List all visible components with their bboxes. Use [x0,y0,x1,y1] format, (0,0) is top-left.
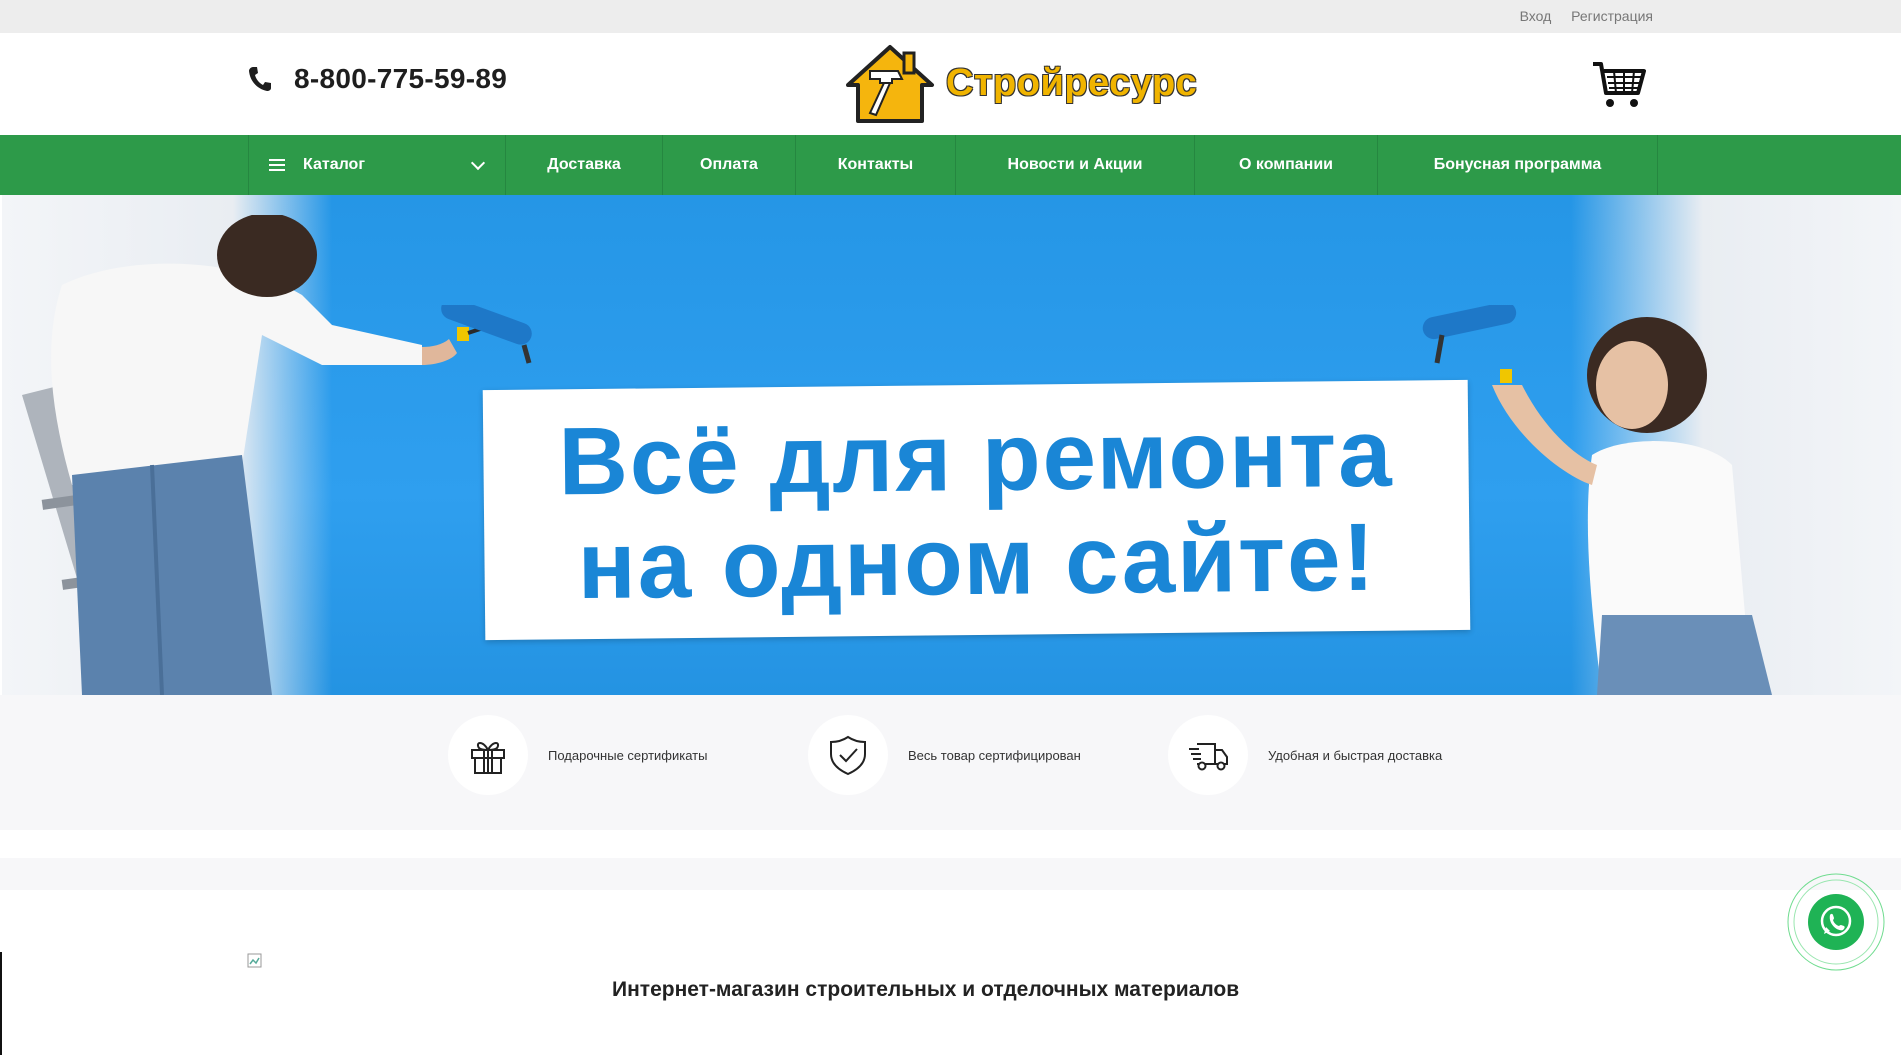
catalog-label: Каталог [303,156,365,173]
spacer-white [0,830,1901,858]
page-title: Интернет-магазин строительных и отделочн… [612,978,1240,1001]
banner-headline-line-1: Всё для ремонта [557,399,1394,516]
feature-label: Весь товар сертифицирован [908,747,1081,763]
features-strip: Подарочные сертификаты Весь товар сертиф… [0,695,1901,830]
woman-painter-image [1492,317,1772,695]
shield-check-icon [830,735,866,776]
feature-icon-circle [808,715,888,795]
chevron-down-icon [470,155,486,171]
phone-icon [249,67,271,91]
paint-roller-left-icon [441,305,532,364]
whatsapp-chat-button[interactable] [1786,872,1886,972]
man-painter-image [22,215,482,695]
nav-item-news[interactable]: Новости и Акции [956,135,1195,195]
logo[interactable]: Стройресурс [840,41,1197,125]
nav-item-contacts[interactable]: Контакты [796,135,956,195]
auth-links: Вход Регистрация [1504,8,1653,24]
header: 8-800-775-59-89 Стройресурс [0,33,1901,135]
feature-gift-certificates: Подарочные сертификаты [448,715,707,795]
left-edge-line [0,952,2,1055]
feature-label: Удобная и быстрая доставка [1268,747,1443,763]
gift-icon [471,742,505,774]
catalog-menu-button[interactable]: Каталог [249,135,506,195]
login-link[interactable]: Вход [1520,8,1552,24]
nav-item-delivery[interactable]: Доставка [506,135,663,195]
register-link[interactable]: Регистрация [1571,8,1653,24]
banner-sign: Всё для ремонта на одном сайте! [482,379,1471,641]
broken-image-icon [247,953,262,968]
nav-item-bonus[interactable]: Бонусная программа [1378,135,1658,195]
feature-label: Подарочные сертификаты [548,747,708,763]
delivery-truck-icon [1189,743,1228,771]
cart-button[interactable] [1592,61,1646,114]
banner-headline-line-2: на одном сайте! [577,503,1377,620]
hamburger-icon [269,156,285,174]
hero-banner[interactable]: Всё для ремонта на одном сайте! [2,195,1901,695]
main-nav: Каталог Доставка Оплата Контакты Новости… [0,135,1901,195]
feature-icon-circle [1168,715,1248,795]
shopping-cart-icon [1593,62,1646,107]
phone-block[interactable]: 8-800-775-59-89 [248,63,507,95]
house-hammer-logo-icon [846,45,934,123]
spacer-grey [0,858,1901,890]
nav-item-about[interactable]: О компании [1195,135,1378,195]
feature-certified-goods: Весь товар сертифицирован [808,715,1081,795]
phone-number[interactable]: 8-800-775-59-89 [294,63,507,95]
brand-name: Стройресурс [946,61,1198,104]
top-bar: Вход Регистрация [0,0,1901,33]
feature-fast-delivery: Удобная и быстрая доставка [1168,715,1442,795]
feature-icon-circle [448,715,528,795]
nav-item-payment[interactable]: Оплата [663,135,796,195]
